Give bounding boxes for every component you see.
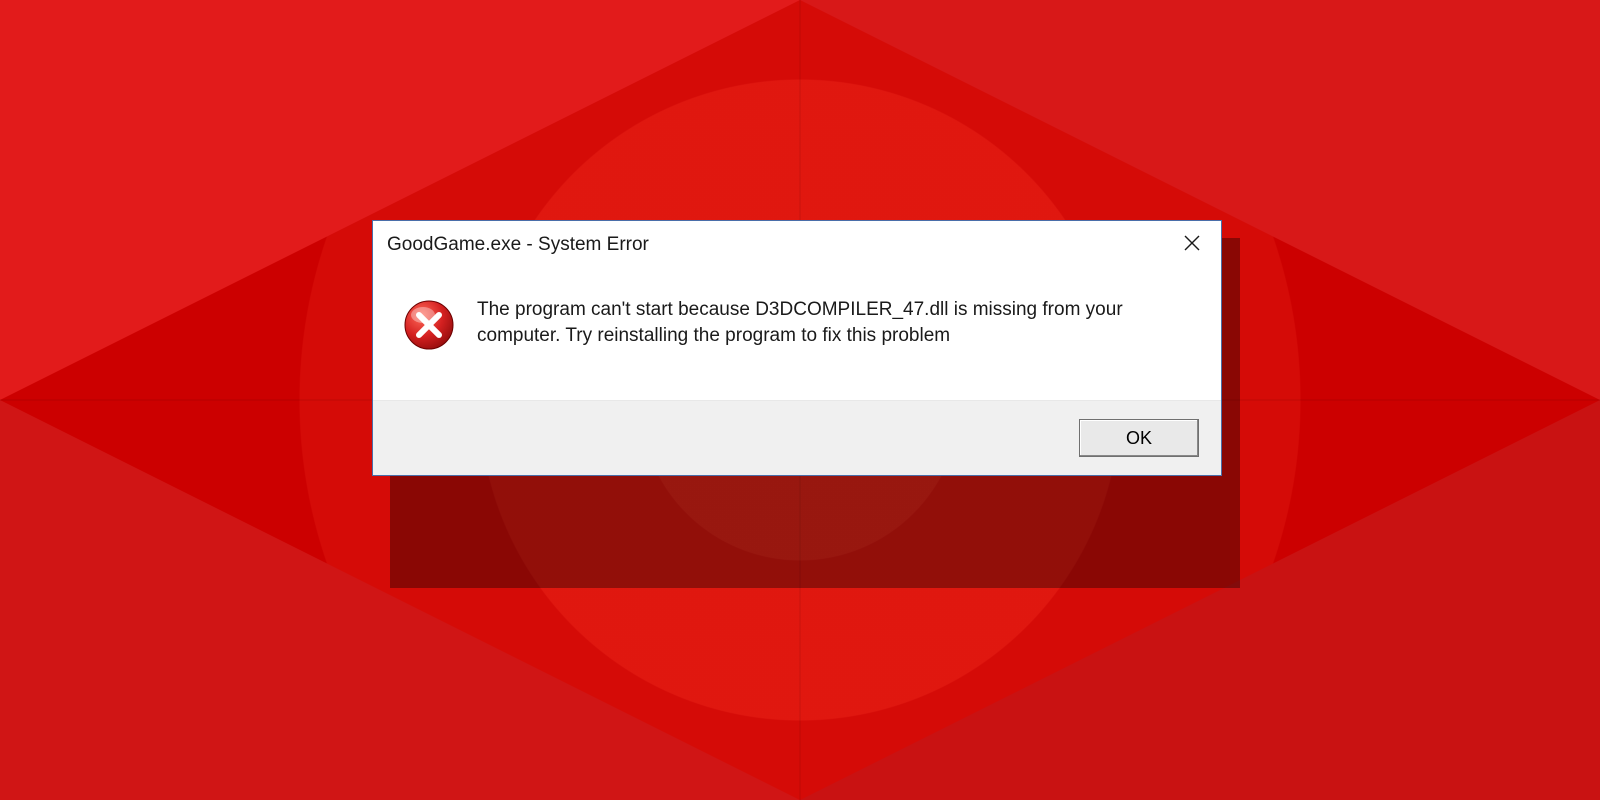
dialog-body: The program can't start because D3DCOMPI… [373,269,1221,400]
dialog-message: The program can't start because D3DCOMPI… [477,297,1191,348]
ok-button[interactable]: OK [1079,419,1199,457]
dialog-title: GoodGame.exe - System Error [387,234,1169,256]
close-icon [1184,235,1200,256]
close-button[interactable] [1169,227,1215,263]
error-icon [403,297,455,356]
dialog-titlebar[interactable]: GoodGame.exe - System Error [373,221,1221,269]
dialog-footer: OK [373,400,1221,475]
system-error-dialog: GoodGame.exe - System Error [372,220,1222,476]
